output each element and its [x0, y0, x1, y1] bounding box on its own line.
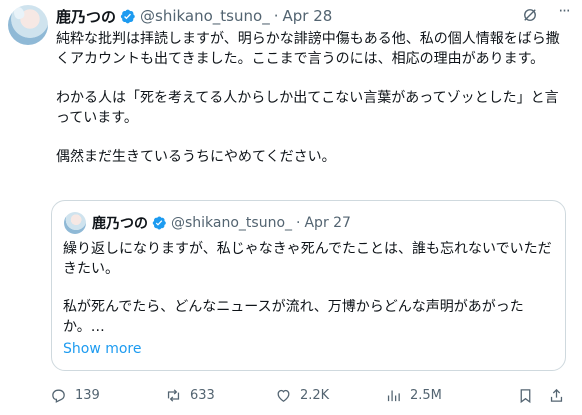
- tweet-paragraph: 純粋な批判は拝読しますが、明らかな誹謗中傷もある他、私の個人情報をばら撒くアカウ…: [56, 31, 560, 67]
- tweet-paragraph: 偶然まだ生きているうちにやめてください。: [56, 149, 336, 165]
- tweet-paragraph: わかる人は「死を考えてる人からしか出てこない言葉があってゾッとした」と言っていま…: [56, 90, 559, 126]
- share-button[interactable]: [548, 384, 565, 406]
- show-more-link[interactable]: Show more: [63, 341, 142, 357]
- tweet-text: 純粋な批判は拝読しますが、明らかな誹謗中傷もある他、私の個人情報をばら撒くアカウ…: [56, 29, 561, 167]
- separator-dot: ·: [296, 215, 301, 231]
- tweet[interactable]: 鹿乃つの @shikano_tsuno_ · Apr 28 ··· 純粋な批判は…: [0, 0, 582, 415]
- author-handle[interactable]: @shikano_tsuno_: [140, 7, 270, 25]
- quoted-date: Apr 27: [304, 215, 351, 231]
- quoted-header: 鹿乃つの @shikano_tsuno_ · Apr 27: [92, 212, 351, 234]
- heart-icon: [277, 389, 290, 402]
- separator-dot: ·: [273, 7, 279, 25]
- like-button[interactable]: 2.2K: [275, 384, 329, 406]
- quoted-text: 繰り返しになりますが、私じゃなきゃ死んでたことは、誰も忘れないでいただきたい。 …: [63, 239, 553, 337]
- repost-count: 633: [190, 387, 215, 403]
- tweet-header: 鹿乃つの @shikano_tsuno_ · Apr 28: [56, 6, 332, 26]
- verified-badge-icon: [120, 9, 135, 23]
- quoted-paragraph: 私が死んでたら、どんなニュースが流れ、万博からどんな声明があがったか。…: [63, 299, 524, 335]
- bar-chart-icon: [387, 390, 400, 401]
- quoted-tweet[interactable]: 鹿乃つの @shikano_tsuno_ · Apr 27 繰り返しになりますが…: [51, 200, 566, 371]
- quoted-paragraph: 繰り返しになりますが、私じゃなきゃ死んでたことは、誰も忘れないでいただきたい。: [63, 241, 552, 277]
- repost-button[interactable]: 633: [165, 384, 215, 406]
- bookmark-icon: [520, 388, 531, 403]
- grok-icon[interactable]: [521, 6, 539, 24]
- tweet-date[interactable]: Apr 28: [282, 7, 332, 25]
- reply-icon: [52, 389, 65, 403]
- like-count: 2.2K: [300, 387, 330, 403]
- quoted-author-name: 鹿乃つの: [92, 216, 148, 232]
- more-options-button[interactable]: ···: [553, 3, 575, 25]
- bookmark-button[interactable]: [517, 384, 534, 406]
- quoted-author-handle: @shikano_tsuno_: [171, 215, 293, 231]
- reply-button[interactable]: 139: [50, 384, 100, 406]
- reply-count: 139: [75, 387, 100, 403]
- avatar[interactable]: [8, 5, 48, 45]
- quoted-avatar[interactable]: [64, 212, 86, 234]
- repost-icon: [167, 388, 180, 402]
- view-count: 2.5M: [410, 387, 442, 403]
- author-name[interactable]: 鹿乃つの: [56, 6, 116, 27]
- action-bar: 139 633 2.2K 2.5M: [50, 384, 570, 406]
- share-icon: [550, 388, 563, 402]
- verified-badge-icon: [152, 216, 166, 230]
- views-button[interactable]: 2.5M: [385, 384, 442, 406]
